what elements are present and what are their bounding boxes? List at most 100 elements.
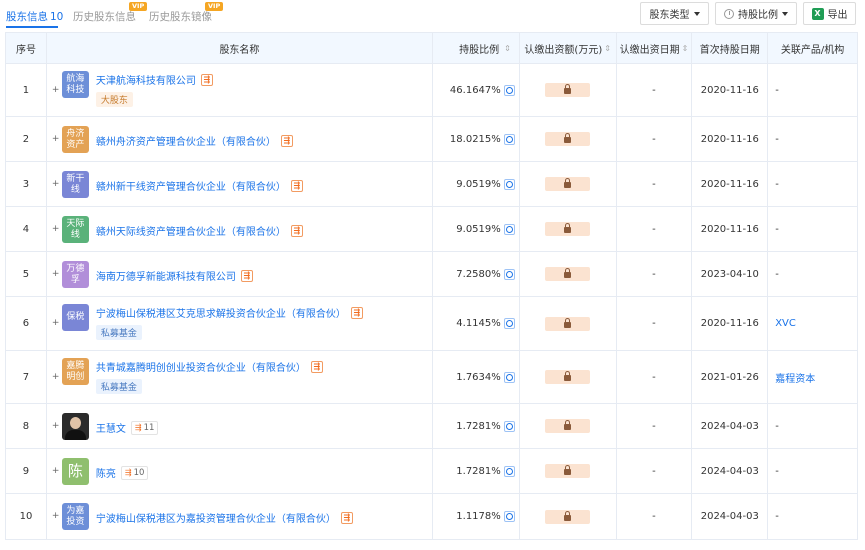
- ratio-cell: 4.1145%: [433, 297, 520, 350]
- pie-chart-icon[interactable]: [503, 223, 515, 235]
- shareholder-name-link[interactable]: 宁波梅山保税港区为嘉投资管理合伙企业（有限合伙）: [96, 510, 336, 525]
- equity-structure-icon[interactable]: ⇶: [310, 360, 323, 373]
- company-logo[interactable]: 万德孚: [61, 261, 89, 288]
- related-cell: -: [768, 494, 857, 539]
- table-row: 4 + 天际线 赣州天际线资产管理合伙企业（有限合伙） ⇶ 9.0519% - …: [6, 207, 857, 252]
- row-index: 9: [6, 449, 47, 493]
- tab-shareholder-info[interactable]: 股东信息 10: [6, 9, 63, 24]
- pie-chart-icon[interactable]: [503, 318, 515, 329]
- name-line: 王慧文 ⇶ 11: [96, 420, 159, 435]
- expand-plus-icon[interactable]: +: [52, 372, 60, 382]
- name-wrap: 海南万德孚新能源科技有限公司 ⇶: [96, 268, 253, 283]
- export-button[interactable]: X 导出: [803, 2, 856, 25]
- table-row: 1 + 航海科技 天津航海科技有限公司 ⇶ 大股东 46.1647% - 202…: [6, 64, 857, 117]
- expand-plus-icon[interactable]: +: [52, 466, 60, 476]
- expand-plus-icon[interactable]: +: [52, 134, 60, 144]
- locked-value[interactable]: [545, 83, 591, 97]
- company-logo[interactable]: 舟济资产: [61, 126, 89, 153]
- shareholder-name-link[interactable]: 宁波梅山保税港区艾克思求解投资合伙企业（有限合伙）: [96, 305, 346, 320]
- header-paid-date[interactable]: 认缴出资日期 ⇕: [617, 33, 693, 63]
- ratio-filter-dropdown[interactable]: 持股比例: [715, 2, 797, 25]
- name-wrap: 宁波梅山保税港区为嘉投资管理合伙企业（有限合伙） ⇶: [96, 510, 353, 525]
- expand-plus-icon[interactable]: +: [52, 421, 60, 431]
- locked-value[interactable]: [545, 509, 591, 524]
- related-count-badge[interactable]: ⇶ 10: [120, 465, 149, 480]
- equity-structure-icon[interactable]: ⇶: [350, 306, 363, 319]
- equity-structure-icon[interactable]: ⇶: [280, 134, 293, 147]
- equity-structure-icon[interactable]: ⇶: [200, 73, 213, 86]
- equity-structure-icon[interactable]: ⇶: [290, 224, 303, 237]
- related-count-badge[interactable]: ⇶ 11: [130, 420, 159, 435]
- expand-plus-icon[interactable]: +: [52, 179, 60, 189]
- shareholder-name-link[interactable]: 陈亮: [96, 465, 116, 480]
- company-logo[interactable]: 保税: [61, 304, 89, 331]
- paid-date-cell: -: [617, 207, 693, 251]
- shareholder-name-link[interactable]: 天津航海科技有限公司: [96, 72, 196, 87]
- row-index: 5: [6, 252, 47, 296]
- count-value: 11: [143, 422, 155, 433]
- company-logo[interactable]: 陈: [61, 458, 89, 485]
- paid-date-cell: -: [617, 297, 693, 350]
- header-ratio[interactable]: 持股比例 ⇕: [433, 33, 520, 63]
- tab-history-shareholder[interactable]: 历史股东信息 VIP: [73, 2, 148, 24]
- expand-plus-icon[interactable]: +: [52, 85, 60, 95]
- expand-plus-icon[interactable]: +: [52, 318, 60, 328]
- tab-history-mirror[interactable]: 历史股东镜像 VIP: [149, 2, 224, 24]
- company-logo[interactable]: 新干线: [61, 171, 89, 198]
- related-org-text: -: [775, 511, 779, 522]
- name-wrap: 王慧文 ⇶ 11: [96, 420, 159, 435]
- related-org-link[interactable]: 嘉程资本: [775, 370, 815, 385]
- shareholder-cell: + 天际线 赣州天际线资产管理合伙企业（有限合伙） ⇶: [47, 207, 433, 251]
- shareholder-name-link[interactable]: 赣州天际线资产管理合伙企业（有限合伙）: [96, 223, 286, 238]
- header-paid-amount[interactable]: 认缴出资额(万元) ⇕: [520, 33, 617, 63]
- pie-chart-icon[interactable]: [503, 465, 515, 477]
- equity-structure-icon: ⇶: [124, 468, 132, 477]
- equity-structure-icon[interactable]: ⇶: [290, 179, 303, 192]
- name-line: 赣州舟济资产管理合伙企业（有限合伙） ⇶: [96, 133, 293, 148]
- locked-value[interactable]: [545, 370, 591, 384]
- paid-date-cell: -: [617, 117, 693, 161]
- expand-plus-icon[interactable]: +: [52, 511, 60, 521]
- body-shape: [64, 430, 86, 440]
- pie-chart-icon[interactable]: [503, 511, 515, 522]
- pie-chart-icon[interactable]: [503, 268, 515, 280]
- shareholder-name-link[interactable]: 赣州新干线资产管理合伙企业（有限合伙）: [96, 178, 286, 193]
- shareholder-name-link[interactable]: 王慧文: [96, 420, 126, 435]
- ratio-value: 18.0215%: [449, 133, 501, 145]
- locked-value[interactable]: [545, 267, 591, 281]
- paid-date-cell: -: [617, 494, 693, 539]
- locked-value[interactable]: [545, 132, 591, 146]
- avatar[interactable]: [61, 413, 89, 440]
- related-org-link[interactable]: XVC: [775, 318, 796, 329]
- pie-chart-icon[interactable]: [503, 178, 515, 190]
- equity-structure-icon[interactable]: ⇶: [240, 269, 253, 282]
- paid-amount-cell: [520, 404, 617, 448]
- shareholder-cell: + 嘉腾明创 共青城嘉腾明创创业投资合伙企业（有限合伙） ⇶ 私募基金: [47, 351, 433, 403]
- pie-chart-icon[interactable]: [503, 133, 515, 145]
- company-logo[interactable]: 航海科技: [61, 71, 89, 98]
- pie-chart-icon[interactable]: [503, 371, 515, 383]
- expand-plus-icon[interactable]: +: [52, 269, 60, 279]
- ratio-cell: 1.7281%: [433, 404, 520, 448]
- locked-value[interactable]: [545, 222, 591, 236]
- shareholder-name-link[interactable]: 海南万德孚新能源科技有限公司: [96, 268, 236, 283]
- top-bar: 股东信息 10 历史股东信息 VIP 历史股东镜像 VIP 股东类型 持股比例 X…: [0, 0, 865, 32]
- company-logo[interactable]: 天际线: [61, 216, 89, 243]
- pie-chart-icon[interactable]: [503, 420, 515, 432]
- locked-value[interactable]: [545, 464, 591, 478]
- sort-icon: ⇕: [504, 43, 511, 53]
- pie-chart-icon[interactable]: [503, 84, 515, 96]
- related-org-text: -: [775, 223, 779, 235]
- locked-value[interactable]: [545, 419, 591, 433]
- locked-value[interactable]: [545, 177, 591, 191]
- shareholder-type-dropdown[interactable]: 股东类型: [640, 2, 709, 25]
- shareholder-name-link[interactable]: 共青城嘉腾明创创业投资合伙企业（有限合伙）: [96, 359, 306, 374]
- shareholder-name-link[interactable]: 赣州舟济资产管理合伙企业（有限合伙）: [96, 133, 276, 148]
- dropdown-label: 持股比例: [738, 10, 778, 21]
- company-logo[interactable]: 为嘉投资: [61, 503, 89, 530]
- expand-plus-icon[interactable]: +: [52, 224, 60, 234]
- equity-structure-icon[interactable]: ⇶: [340, 511, 353, 524]
- name-wrap: 陈亮 ⇶ 10: [96, 465, 149, 480]
- company-logo[interactable]: 嘉腾明创: [61, 358, 89, 385]
- locked-value[interactable]: [545, 316, 591, 331]
